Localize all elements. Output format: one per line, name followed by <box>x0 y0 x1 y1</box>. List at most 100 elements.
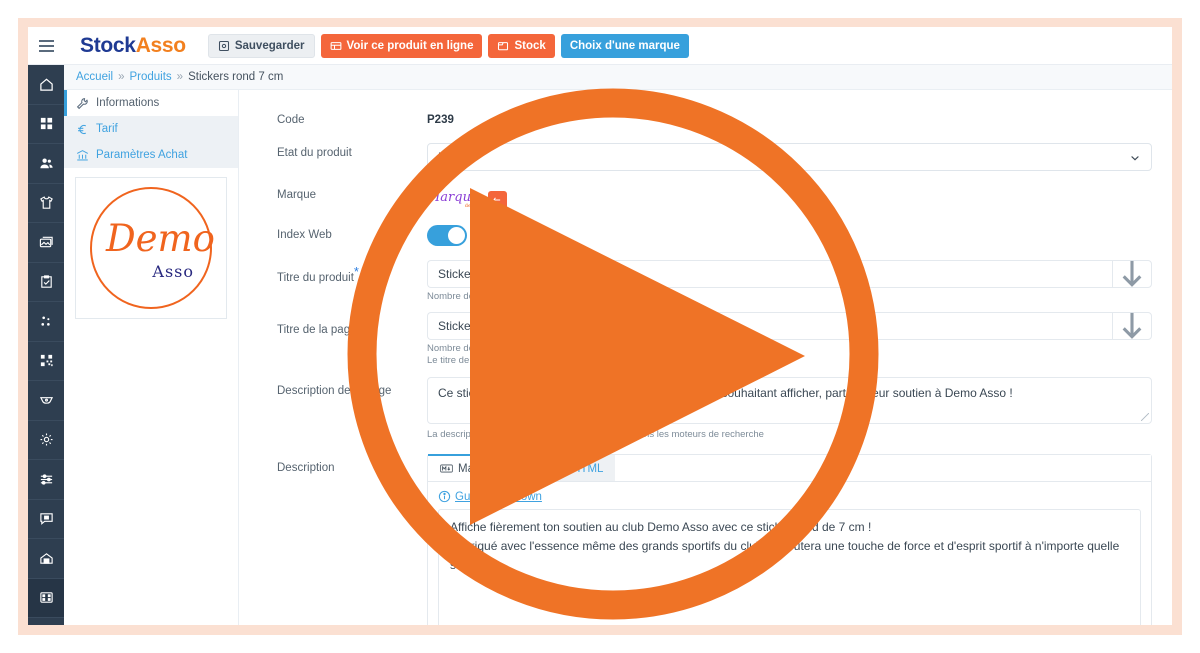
breadcrumb: Accueil » Produits » Stickers rond 7 cm <box>64 65 1172 90</box>
nodes-icon <box>40 316 50 326</box>
sidebar-item-settings-1[interactable] <box>28 421 64 460</box>
choose-brand-label: Choix d'une marque <box>569 39 680 52</box>
wrench-icon <box>76 97 88 109</box>
grid-icon <box>39 592 53 603</box>
view-product-online-label: Voir ce produit en ligne <box>346 39 474 52</box>
subnav-label-parametres-achat: Paramètres Achat <box>96 149 188 161</box>
required-marker-titre-produit: * <box>353 264 359 279</box>
save-button[interactable]: Sauvegarder <box>207 33 315 58</box>
sidebar-item-dashboard[interactable] <box>28 105 64 144</box>
stock-button[interactable]: Stock <box>488 33 555 58</box>
bank-icon <box>76 149 89 160</box>
label-etat-produit: Etat du produit <box>277 147 352 159</box>
titre-produit-value: Stickers rond 7 cm <box>438 267 538 281</box>
breadcrumb-accueil[interactable]: Accueil <box>76 71 113 83</box>
hint-titre-page: Nombre de caractères : 18 <box>427 343 540 354</box>
description-page-textarea[interactable]: Ce sticker rond de 7 cm est idéal pour l… <box>427 377 1152 424</box>
subnav-item-informations[interactable]: Informations <box>64 90 238 116</box>
breadcrumb-current: Stickers rond 7 cm <box>188 71 284 83</box>
tab-rendu-html[interactable]: Rendu HTML <box>523 455 616 481</box>
box-icon <box>498 41 509 50</box>
sidebar-item-home[interactable] <box>28 65 64 105</box>
etat-produit-select[interactable]: Normal <box>427 143 1152 171</box>
form-row-titre-produit: Titre du produit* Stickers rond 7 cm Nom… <box>277 260 1152 302</box>
etat-produit-value: Normal <box>438 150 477 164</box>
subnav-item-parametres-achat[interactable]: Paramètres Achat <box>64 142 238 168</box>
sidebar-item-messages[interactable] <box>28 500 64 539</box>
save-icon <box>218 40 229 51</box>
choose-brand-button[interactable]: Choix d'une marque <box>560 33 689 58</box>
sidebar-item-sliders[interactable] <box>28 460 64 500</box>
description-markdown-textarea[interactable]: Affiche fièrement ton soutien au club De… <box>438 509 1141 625</box>
titre-produit-input[interactable]: Stickers rond 7 cm <box>427 260 1112 288</box>
sidebar-item-apparel[interactable] <box>28 184 64 223</box>
titre-page-copy-down-button[interactable] <box>1112 312 1152 340</box>
hint-titre-produit: Nombre de caractères : 18 <box>427 291 540 302</box>
subnav-label-tarif: Tarif <box>96 123 118 135</box>
form-row-index-web: Index Web <box>277 225 1152 246</box>
markdown-line-1: Affiche fièrement ton soutien au club De… <box>450 520 872 534</box>
sidebar-item-tasks[interactable] <box>28 263 64 302</box>
sidebar-item-whistle[interactable] <box>28 381 64 421</box>
gear-icon <box>40 433 52 446</box>
label-index-web: Index Web <box>277 229 332 241</box>
media-icon <box>39 236 53 248</box>
logo-text-stock: Stock <box>80 33 136 57</box>
form-row-description-page: Description de la page Ce sticker rond d… <box>277 377 1152 440</box>
sidebar-item-members[interactable] <box>28 144 64 184</box>
app-logo: StockAsso <box>80 34 186 58</box>
label-description: Description <box>277 462 335 474</box>
markdown-guide-link[interactable]: Guide Markdown <box>438 490 1141 503</box>
titre-produit-copy-down-button[interactable] <box>1112 260 1152 288</box>
icon-sidebar <box>28 65 64 625</box>
brand-logo-preview: Demo Asso <box>75 177 227 319</box>
sidebar-item-cart[interactable] <box>28 618 64 625</box>
markdown-icon <box>440 464 453 473</box>
app-viewport: StockAsso Sauvegarder Voir ce produit en… <box>28 27 1172 625</box>
window-icon <box>330 41 341 50</box>
sidebar-item-qrcode[interactable] <box>28 342 64 381</box>
form-row-etat: Etat du produit Normal <box>277 143 1152 171</box>
sidebar-item-nodes[interactable] <box>28 302 64 342</box>
index-web-toggle[interactable] <box>427 225 467 246</box>
value-code: P239 <box>427 114 454 126</box>
members-icon <box>39 158 53 168</box>
whistle-icon <box>39 396 53 404</box>
form-row-titre-page: Titre de la page* Stickers rond 7 cm Nom… <box>277 312 1152 366</box>
hamburger-icon[interactable] <box>28 27 64 65</box>
resize-grip-icon[interactable] <box>1141 413 1149 421</box>
clipboard-check-icon <box>40 275 52 288</box>
brand-logo-circle: Demo Asso <box>90 187 215 309</box>
titre-page-input[interactable]: Stickers rond 7 cm <box>427 312 1112 340</box>
subnav-item-tarif[interactable]: Tarif <box>64 116 238 142</box>
description-page-value: Ce sticker rond de 7 cm est idéal pour l… <box>438 386 1013 400</box>
hint2-titre-page: Le titre de la page est utilisé dans les… <box>427 355 679 366</box>
sidebar-item-products[interactable] <box>28 578 64 618</box>
home-icon <box>39 78 53 91</box>
label-titre-page: Titre de la page* <box>277 312 427 366</box>
stock-button-label: Stock <box>514 39 546 52</box>
info-icon <box>438 490 451 503</box>
markdown-guide-label: Guide Markdown <box>455 490 542 503</box>
label-titre-produit-text: Titre du produit <box>277 271 354 284</box>
breadcrumb-produits[interactable]: Produits <box>129 71 171 83</box>
tab-markdown[interactable]: Markdown <box>428 454 524 481</box>
brand-logo-asso-text: Asso <box>152 262 194 281</box>
sidebar-item-media[interactable] <box>28 223 64 263</box>
archive-icon <box>39 552 53 564</box>
view-product-online-button[interactable]: Voir ce produit en ligne <box>320 33 483 58</box>
label-marque: Marque <box>277 189 316 201</box>
sidebar-item-archive[interactable] <box>28 539 64 579</box>
description-markdown-body: Guide Markdown Affiche fièrement ton sou… <box>428 482 1151 625</box>
message-icon <box>39 513 53 526</box>
subnav-label-informations: Informations <box>96 97 160 109</box>
tab-rendu-html-label: Rendu HTML <box>535 463 604 475</box>
chevron-down-icon <box>1131 156 1139 161</box>
tab-markdown-label: Markdown <box>458 462 512 475</box>
marque-delete-button[interactable] <box>487 190 507 210</box>
sliders-icon <box>40 474 52 485</box>
form-row-description: Description Markdown Rendu HTML Guide Ma… <box>277 454 1152 625</box>
product-subnav: Informations Tarif Paramètres Achat Demo… <box>64 90 239 625</box>
tshirt-icon <box>39 196 53 209</box>
product-form: Code P239 Etat du produit Normal Marque … <box>239 90 1172 625</box>
